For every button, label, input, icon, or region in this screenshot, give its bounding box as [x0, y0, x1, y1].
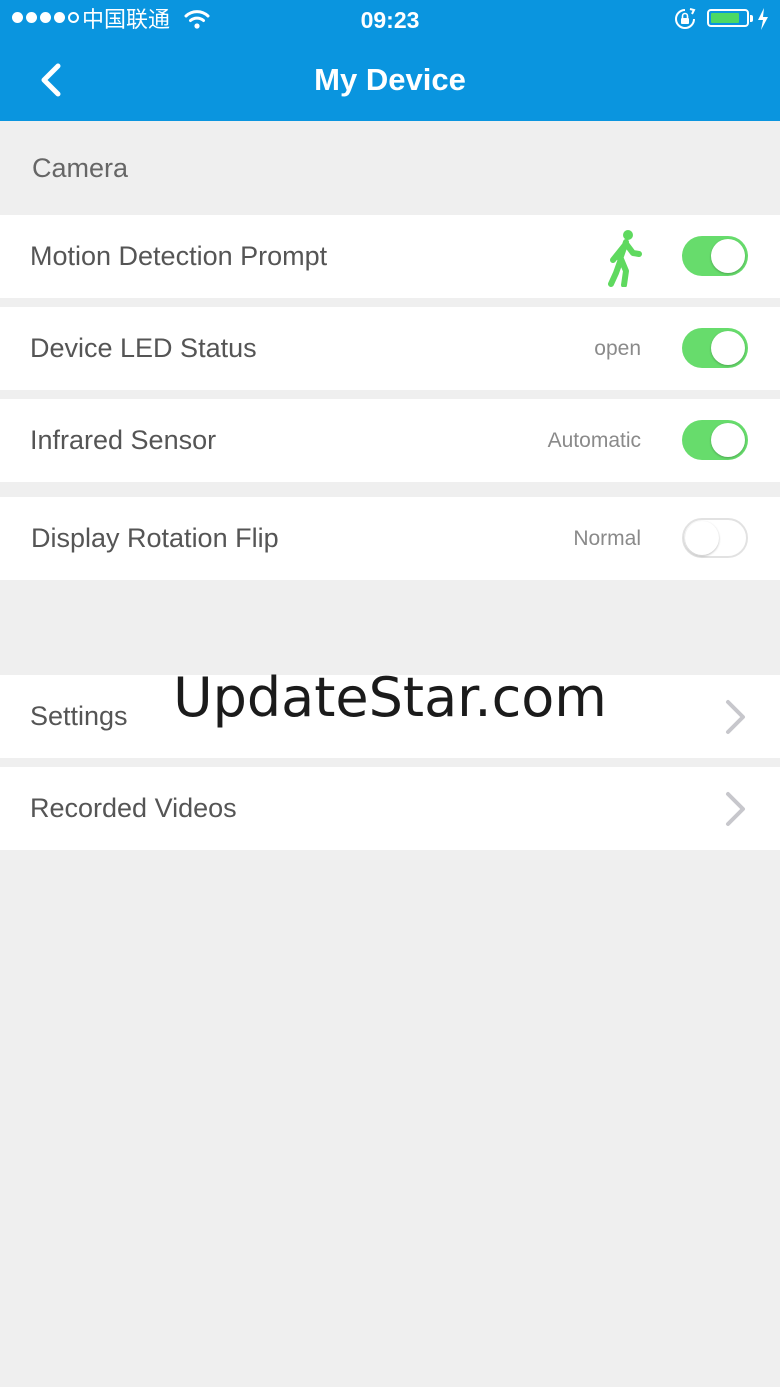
led-status-row: Device LED Status open — [0, 307, 780, 390]
infrared-sensor-row: Infrared Sensor Automatic — [0, 399, 780, 482]
recorded-videos-label: Recorded Videos — [30, 793, 237, 823]
toggle-knob — [711, 423, 745, 457]
toggle-knob — [685, 521, 719, 555]
led-status-value: open — [594, 337, 641, 360]
page-title: My Device — [314, 62, 466, 97]
rotation-flip-toggle[interactable] — [682, 518, 748, 558]
battery-icon — [707, 9, 753, 27]
led-status-toggle[interactable] — [682, 328, 748, 368]
chevron-right-icon — [726, 792, 745, 826]
status-time: 09:23 — [360, 7, 420, 33]
rotation-flip-value: Normal — [573, 527, 641, 550]
recorded-videos-row[interactable]: Recorded Videos — [0, 767, 780, 850]
toggle-knob — [711, 331, 745, 365]
charging-icon — [758, 8, 768, 30]
watermark-text: UpdateStar.com — [173, 666, 607, 729]
motion-detection-row: Motion Detection Prompt — [0, 215, 780, 298]
infrared-sensor-toggle[interactable] — [682, 420, 748, 460]
navigation-bar: 中国联通 09:23 My Device — [0, 0, 780, 121]
rotation-flip-label: Display Rotation Flip — [31, 523, 279, 553]
motion-detection-toggle[interactable] — [682, 236, 748, 276]
walking-person-icon — [608, 230, 642, 287]
infrared-sensor-value: Automatic — [547, 429, 641, 452]
rotation-lock-icon — [675, 8, 696, 29]
camera-section-header: Camera — [32, 153, 129, 183]
toggle-knob — [711, 239, 745, 273]
motion-detection-label: Motion Detection Prompt — [30, 241, 328, 271]
status-bar: 中国联通 09:23 — [0, 0, 780, 40]
infrared-sensor-label: Infrared Sensor — [30, 425, 217, 455]
led-status-label: Device LED Status — [30, 333, 257, 363]
rotation-flip-row: Display Rotation Flip Normal — [0, 497, 780, 580]
